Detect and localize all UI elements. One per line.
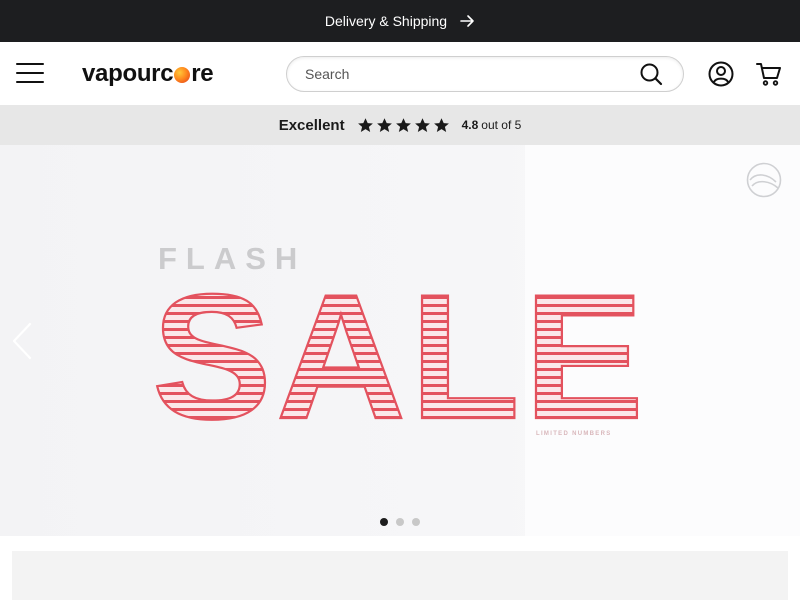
slider-pagination — [380, 518, 420, 526]
star-icon — [433, 117, 449, 132]
flash-heading: FLASH — [158, 241, 307, 276]
logo-text-start: vapourc — [82, 60, 174, 87]
sale-text: SALE — [152, 280, 648, 425]
logo-orb-icon — [174, 67, 191, 83]
trust-rating-bar[interactable]: Excellent 4.8 out of 5 — [0, 105, 800, 145]
delivery-shipping-link[interactable]: Delivery & Shipping — [325, 13, 447, 29]
search-icon[interactable] — [639, 62, 663, 86]
logo-text-end: re — [191, 60, 214, 87]
rating-out-of: out of 5 — [481, 118, 522, 132]
rating-stars — [357, 117, 450, 134]
slider-dot-2[interactable] — [396, 518, 404, 526]
site-header: vapourc re — [0, 42, 800, 105]
brand-mark-icon — [746, 162, 782, 198]
hamburger-menu-icon[interactable] — [16, 62, 44, 84]
star-icon — [395, 117, 411, 132]
chevron-left-icon[interactable] — [8, 321, 36, 361]
search-bar — [286, 56, 684, 92]
slider-dot-3[interactable] — [412, 518, 420, 526]
star-icon — [357, 117, 373, 132]
hero-slider[interactable]: FLASH SALE LIMITED NUMBERS — [0, 145, 800, 536]
account-icon[interactable] — [708, 61, 734, 87]
rating-score: 4.8 — [461, 118, 479, 132]
announcement-bar[interactable]: Delivery & Shipping — [0, 0, 800, 42]
rating-label: Excellent — [278, 116, 345, 134]
sale-heading: SALE — [151, 280, 648, 425]
limited-numbers-text: LIMITED NUMBERS — [536, 431, 612, 437]
slider-dot-1[interactable] — [380, 518, 388, 526]
arrow-right-icon — [460, 15, 474, 27]
star-icon — [414, 117, 430, 132]
star-icon — [376, 117, 392, 132]
search-input[interactable] — [305, 57, 635, 90]
cart-icon[interactable] — [756, 61, 782, 87]
site-logo[interactable]: vapourc re — [82, 59, 214, 89]
promo-section-placeholder — [12, 551, 788, 600]
